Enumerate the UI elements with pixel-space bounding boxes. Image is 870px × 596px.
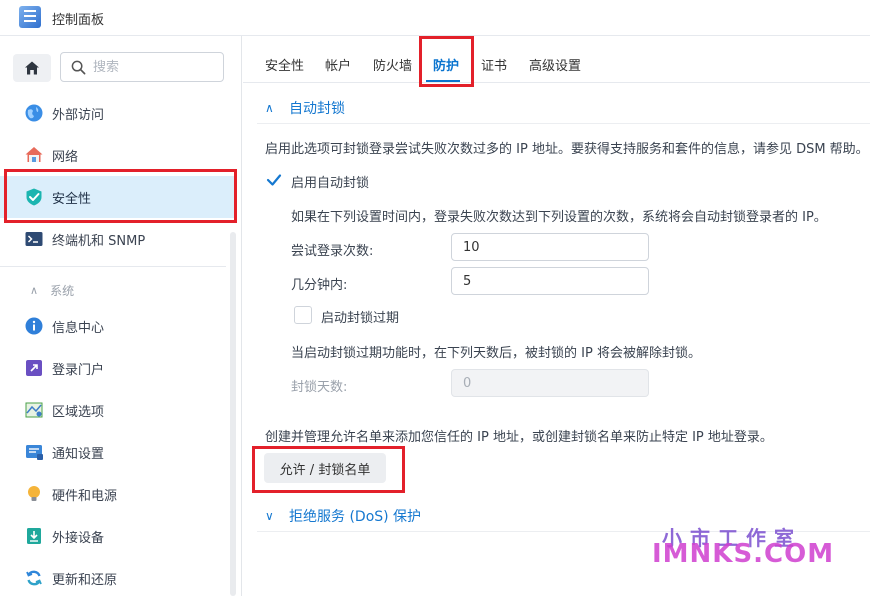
sidebar-item-region-options[interactable]: 区域选项 [0, 389, 236, 431]
update-icon [26, 570, 42, 586]
sidebar-item-login-portal[interactable]: 登录门户 [0, 347, 236, 389]
block-days-label: 封锁天数: [291, 380, 348, 395]
chevron-up-icon: ∧ [265, 101, 274, 115]
search-box[interactable] [60, 52, 224, 82]
tab-firewall[interactable]: 防火墙 [373, 55, 412, 74]
sidebar-item-network[interactable]: 网络 [0, 134, 236, 176]
external-device-icon [27, 528, 41, 544]
dos-title: 拒绝服务 (DoS) 保护 [289, 509, 422, 525]
tab-security[interactable]: 安全性 [265, 55, 304, 74]
sidebar-divider [0, 266, 226, 267]
enable-auto-block-label[interactable]: 启用自动封锁 [291, 172, 369, 191]
network-house-icon [25, 147, 43, 162]
enable-block-expiration-checkbox[interactable] [294, 306, 312, 324]
title-bar: 控制面板 [0, 0, 870, 36]
sidebar-item-label: 区域选项 [52, 404, 105, 420]
auto-block-section-header[interactable]: ∧ 自动封锁 [265, 98, 345, 118]
enable-block-expiration-label[interactable]: 启动封锁过期 [321, 307, 399, 326]
lightbulb-icon [28, 486, 40, 501]
info-icon [25, 317, 43, 335]
attempts-input[interactable] [452, 234, 648, 260]
block-days-input [452, 370, 648, 396]
minutes-input[interactable] [452, 268, 648, 294]
watermark-bottom-text: IMNKS.COM [652, 539, 835, 569]
sidebar-item-external-access[interactable]: 外部访问 [0, 92, 236, 134]
sidebar-item-label: 硬件和电源 [52, 488, 118, 504]
active-tab-indicator [426, 80, 460, 82]
sidebar-item-update-restore[interactable]: 更新和还原 [0, 557, 236, 596]
shield-icon [26, 188, 42, 206]
sidebar-item-info-center[interactable]: 信息中心 [0, 305, 236, 347]
tab-protection[interactable]: 防护 [433, 55, 459, 74]
expiration-description: 当启动封锁过期功能时，在下列天数后，被封锁的 IP 将会被解除封锁。 [291, 346, 701, 361]
chevron-up-icon: ∧ [30, 283, 39, 297]
attempts-label: 尝试登录次数: [291, 244, 374, 259]
dos-section-header[interactable]: ∨ 拒绝服务 (DoS) 保护 [265, 506, 421, 526]
sidebar-item-label: 外部访问 [52, 107, 105, 123]
home-button[interactable] [13, 54, 51, 82]
sidebar-item-label: 信息中心 [52, 320, 105, 336]
sidebar-item-security[interactable]: 安全性 [0, 176, 236, 218]
notification-icon [26, 445, 43, 460]
sidebar-item-notification[interactable]: 通知设置 [0, 431, 236, 473]
main-panel: 安全性 帐户 防火墙 防护 证书 高级设置 ∧ 自动封锁 启用此选项可封锁登录尝… [243, 36, 870, 596]
sidebar-item-label: 登录门户 [52, 362, 105, 378]
attempts-field[interactable] [451, 233, 649, 261]
search-icon [71, 60, 86, 75]
auto-block-description: 启用此选项可封锁登录尝试失败次数过多的 IP 地址。要获得支持服务和套件的信息，… [265, 142, 869, 157]
block-days-field [451, 369, 649, 397]
sidebar-item-hardware-power[interactable]: 硬件和电源 [0, 473, 236, 515]
chevron-down-icon: ∨ [265, 509, 274, 523]
minutes-label: 几分钟内: [291, 278, 348, 293]
sidebar-item-label: 安全性 [52, 191, 92, 207]
login-portal-icon [26, 360, 42, 376]
globe-icon [25, 104, 43, 122]
tab-account[interactable]: 帐户 [325, 55, 351, 74]
sidebar-item-label: 通知设置 [52, 446, 105, 462]
watermark-logo: 小市工作室 IMNKS.COM [652, 522, 852, 572]
region-map-icon [25, 402, 43, 418]
window-title: 控制面板 [52, 13, 105, 28]
sidebar-item-label: 网络 [52, 149, 79, 165]
search-input[interactable] [93, 57, 217, 77]
minutes-field[interactable] [451, 267, 649, 295]
sidebar-item-label: 更新和还原 [52, 572, 118, 588]
sidebar-item-label: 终端机和 SNMP [52, 233, 146, 249]
sidebar-section-system[interactable]: ∧ 系统 [0, 278, 236, 302]
allow-block-list-description: 创建并管理允许名单来添加您信任的 IP 地址，或创建封锁名单来防止特定 IP 地… [265, 430, 773, 445]
terminal-icon [25, 232, 43, 246]
sidebar: 外部访问 网络 安全性 终端机和 SNMP ∧ 系统 信息中心 登录门户 区域选… [0, 36, 242, 596]
allow-block-list-button[interactable]: 允许 / 封锁名单 [264, 453, 386, 483]
tab-advanced[interactable]: 高级设置 [529, 55, 581, 74]
auto-block-title: 自动封锁 [289, 101, 345, 117]
sidebar-item-terminal-snmp[interactable]: 终端机和 SNMP [0, 218, 236, 260]
sidebar-item-label: 外接设备 [52, 530, 105, 546]
auto-block-rule-text: 如果在下列设置时间内，登录失败次数达到下列设置的次数，系统将会自动封锁登录者的 … [291, 210, 827, 225]
tab-certificate[interactable]: 证书 [481, 55, 507, 74]
section-label: 系统 [50, 283, 75, 298]
sidebar-scrollbar[interactable] [230, 232, 236, 596]
section-divider [257, 123, 870, 124]
control-panel-icon [19, 6, 41, 28]
home-icon [25, 61, 39, 75]
sidebar-item-external-devices[interactable]: 外接设备 [0, 515, 236, 557]
tab-bar: 安全性 帐户 防火墙 防护 证书 高级设置 [243, 36, 870, 83]
enable-auto-block-checkbox[interactable] [265, 171, 283, 189]
